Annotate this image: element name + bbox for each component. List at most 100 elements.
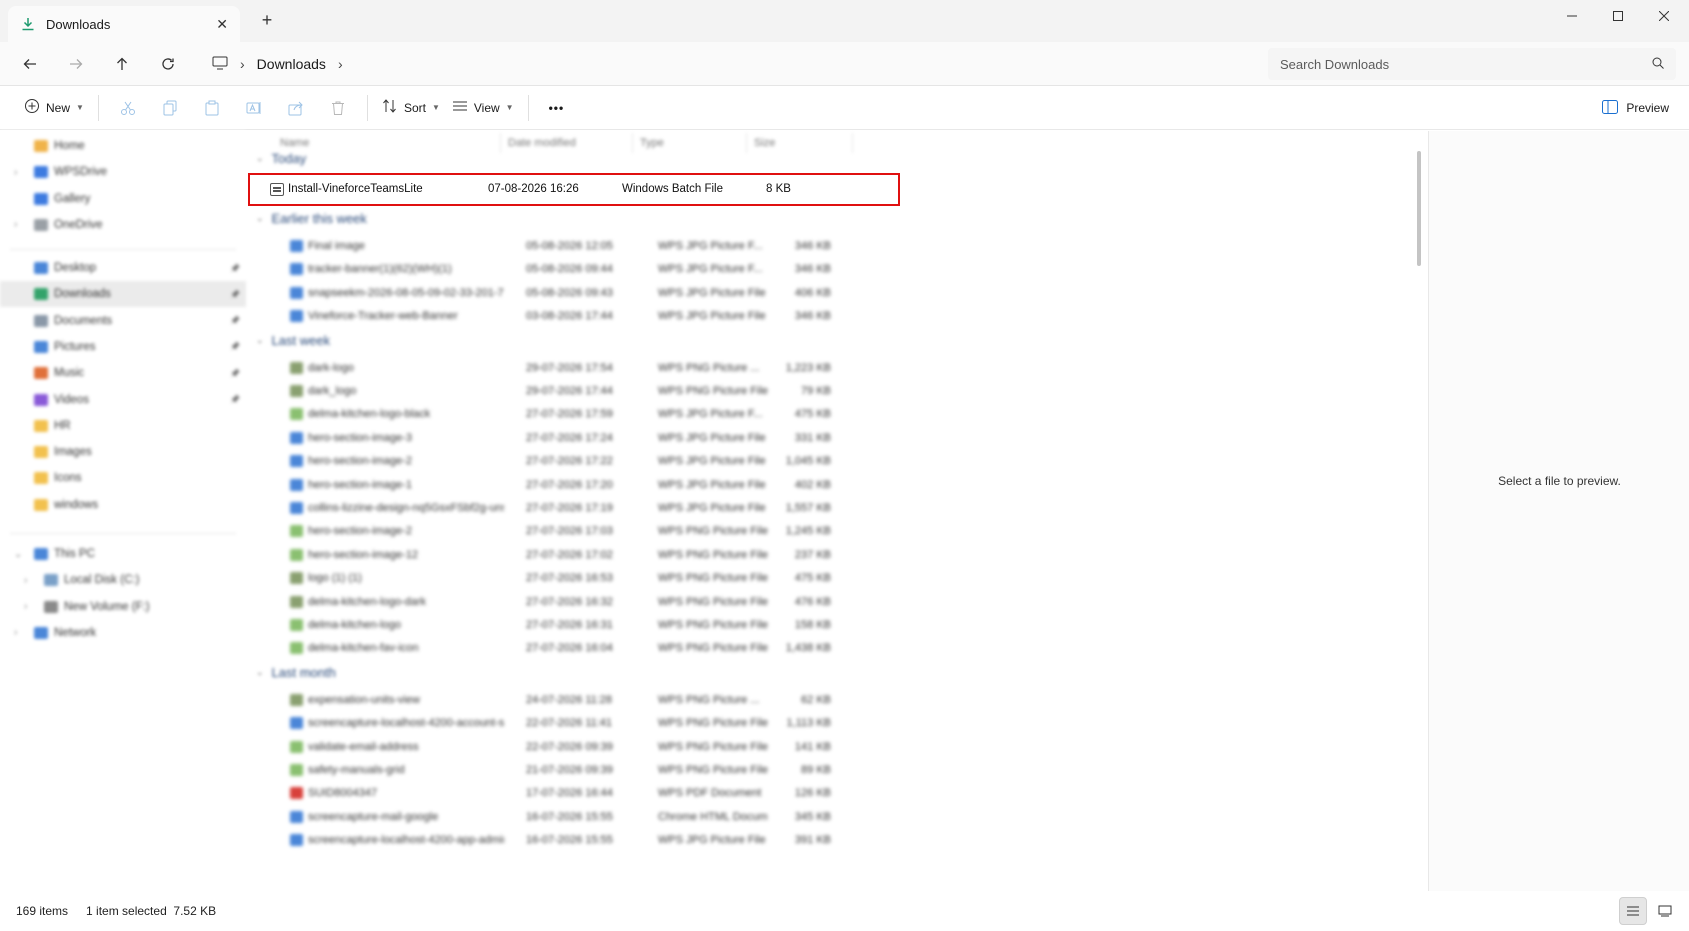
file-row-selected[interactable]: Install-VineforceTeamsLite 07-08-2026 16:… xyxy=(248,173,900,206)
sidebar-item-local-disk-c[interactable]: › Local Disk (C:) xyxy=(0,567,246,593)
details-view-icon[interactable] xyxy=(1619,897,1647,925)
sidebar-item-images[interactable]: Images xyxy=(0,439,246,465)
file-row[interactable]: screencapture-mail-google 16-07-2026 15:5… xyxy=(266,806,856,829)
address-bar[interactable]: › Downloads › xyxy=(200,48,1260,80)
view-list-icon xyxy=(452,98,468,117)
chevron-down-icon[interactable]: ⌄ xyxy=(256,213,264,224)
vertical-scrollbar[interactable] xyxy=(1414,131,1424,891)
cut-icon[interactable] xyxy=(110,92,146,124)
chevron-down-icon[interactable]: ⌄ xyxy=(256,667,264,678)
group-header-today[interactable]: ⌄ Today xyxy=(256,151,306,166)
file-row[interactable]: hero-section-image-3 27-07-2026 17:24 WPS … xyxy=(266,427,856,450)
sidebar-item-home[interactable]: Home xyxy=(0,133,246,159)
sidebar-item-downloads[interactable]: Downloads 📌 xyxy=(0,281,246,308)
column-divider[interactable] xyxy=(746,133,747,153)
column-header-name[interactable]: Name xyxy=(280,137,309,149)
rename-icon[interactable] xyxy=(236,92,272,124)
file-row[interactable]: hero-section-image-2 27-07-2026 17:22 WPS … xyxy=(266,450,856,473)
back-arrow-icon[interactable] xyxy=(16,50,44,78)
file-row[interactable]: validate-email-address 22-07-2026 09:39 WP… xyxy=(266,736,856,759)
chevron-right-icon[interactable]: › xyxy=(24,575,27,586)
paste-icon[interactable] xyxy=(194,92,230,124)
new-button[interactable]: New ▼ xyxy=(18,92,90,124)
file-type: WPS PNG Picture File xyxy=(658,764,768,776)
sidebar-item-videos[interactable]: Videos 📌 xyxy=(0,387,246,413)
close-window-icon[interactable] xyxy=(1641,0,1687,32)
file-row[interactable]: delma-kitchen-fav-icon 27-07-2026 16:04 WP… xyxy=(266,637,856,660)
maximize-icon[interactable] xyxy=(1595,0,1641,32)
file-row[interactable]: screencapture-localhost-4200-app-admin..… xyxy=(266,829,856,852)
file-row[interactable]: safety-manuals-grid 21-07-2026 09:39 WPS P… xyxy=(266,759,856,782)
more-options-button[interactable]: ••• xyxy=(537,92,577,124)
copy-icon[interactable] xyxy=(152,92,188,124)
sidebar-item-gallery[interactable]: Gallery xyxy=(0,186,246,212)
file-row[interactable]: delma-kitchen-logo-dark 27-07-2026 16:32 W… xyxy=(266,591,856,614)
file-row[interactable]: collins-lizzine-design-nq5GsxFSbf2g-unsp… xyxy=(266,497,856,520)
chevron-down-icon[interactable]: ⌄ xyxy=(256,153,264,164)
sidebar-item-onedrive[interactable]: › OneDrive xyxy=(0,212,246,238)
file-size: 402 KB xyxy=(794,478,831,491)
sidebar-item-pictures[interactable]: Pictures 📌 xyxy=(0,334,246,360)
sidebar-item-hr[interactable]: HR xyxy=(0,413,246,439)
search-icon[interactable] xyxy=(1652,57,1664,72)
tab-downloads[interactable]: Downloads ✕ xyxy=(8,6,240,42)
chevron-right-icon[interactable]: › xyxy=(24,601,27,612)
refresh-icon[interactable] xyxy=(154,50,182,78)
up-arrow-icon[interactable] xyxy=(108,50,136,78)
file-name: validate-email-address xyxy=(308,740,419,753)
column-header-type[interactable]: Type xyxy=(640,137,664,149)
file-row[interactable]: dark-logo 29-07-2026 17:54 WPS PNG Picture… xyxy=(266,357,856,380)
new-tab-button[interactable]: + xyxy=(256,10,278,31)
sidebar-item-windows[interactable]: windows xyxy=(0,492,246,518)
column-divider[interactable] xyxy=(852,133,853,153)
breadcrumb-downloads[interactable]: Downloads xyxy=(257,56,326,72)
column-header-date[interactable]: Date modified xyxy=(508,137,576,149)
sidebar-item-this-pc[interactable]: ⌄ This PC xyxy=(0,541,246,567)
tab-close-icon[interactable]: ✕ xyxy=(216,16,228,33)
preview-pane-button[interactable]: Preview xyxy=(1602,92,1669,124)
view-button[interactable]: View ▼ xyxy=(446,92,520,124)
chevron-right-icon[interactable]: › xyxy=(14,219,17,230)
file-row[interactable]: dark_logo 29-07-2026 17:44 WPS PNG Picture… xyxy=(266,380,856,403)
sidebar-item-documents[interactable]: Documents 📌 xyxy=(0,308,246,334)
forward-arrow-icon[interactable] xyxy=(62,50,90,78)
file-row[interactable]: screencapture-localhost-4200-account-s..… xyxy=(266,712,856,735)
chevron-down-icon[interactable]: ⌄ xyxy=(14,549,22,560)
share-icon[interactable] xyxy=(278,92,314,124)
group-header-last-week[interactable]: ⌄ Last week xyxy=(256,333,330,348)
file-row[interactable]: Vineforce-Tracker-web-Banner 03-08-2026 1… xyxy=(266,305,856,328)
file-row[interactable]: logo (1) (1) 27-07-2026 16:53 WPS PNG Pict… xyxy=(266,567,856,590)
chevron-right-icon[interactable]: › xyxy=(14,167,17,178)
file-row[interactable]: SUID8004347 17-07-2026 16:44 WPS PDF Docum… xyxy=(266,782,856,805)
file-row[interactable]: tracker-banner(1)(62)(WH)(1) 05-08-2026 0… xyxy=(266,258,856,281)
large-icons-view-icon[interactable] xyxy=(1651,897,1679,925)
search-input[interactable]: Search Downloads xyxy=(1268,48,1676,80)
file-row[interactable]: hero-section-image-12 27-07-2026 17:02 WPS… xyxy=(266,544,856,567)
sidebar-item-new-volume-f[interactable]: › New Volume (F:) xyxy=(0,594,246,620)
file-row[interactable]: expensation-units-view 24-07-2026 11:28 WP… xyxy=(266,689,856,712)
sidebar-item-icons[interactable]: Icons xyxy=(0,465,246,491)
column-header-size[interactable]: Size xyxy=(754,137,775,149)
file-row[interactable]: hero-section-image-1 27-07-2026 17:20 WPS … xyxy=(266,474,856,497)
file-row[interactable]: delma-kitchen-logo-black 27-07-2026 17:59… xyxy=(266,403,856,426)
group-header-earlier-this-week[interactable]: ⌄ Earlier this week xyxy=(256,211,367,226)
column-divider[interactable] xyxy=(500,133,501,153)
sidebar-item-label: This PC xyxy=(54,548,95,560)
file-row[interactable]: hero-section-image-2 27-07-2026 17:03 WPS … xyxy=(266,520,856,543)
sidebar-item-wpsdrive[interactable]: › WPSDrive xyxy=(0,159,246,185)
sort-button[interactable]: Sort ▼ xyxy=(376,92,446,124)
file-row[interactable]: Final image 05-08-2026 12:05 WPS JPG Pictu… xyxy=(266,235,856,258)
delete-icon[interactable] xyxy=(320,92,356,124)
file-row[interactable]: delma-kitchen-logo 27-07-2026 16:31 WPS PN… xyxy=(266,614,856,637)
sidebar-item-music[interactable]: Music 📌 xyxy=(0,360,246,386)
chevron-right-icon[interactable]: › xyxy=(338,56,343,72)
column-divider[interactable] xyxy=(632,133,633,153)
sidebar-item-desktop[interactable]: Desktop 📌 xyxy=(0,255,246,281)
chevron-down-icon[interactable]: ⌄ xyxy=(256,335,264,346)
file-row[interactable]: snapseekm-2026-08-05-09-02-33-201-7f(2) 0… xyxy=(266,282,856,305)
scrollbar-thumb[interactable] xyxy=(1417,151,1421,266)
sidebar-item-network[interactable]: › Network xyxy=(0,620,246,646)
group-header-last-month[interactable]: ⌄ Last month xyxy=(256,665,336,680)
minimize-icon[interactable] xyxy=(1549,0,1595,32)
chevron-right-icon[interactable]: › xyxy=(14,627,17,638)
